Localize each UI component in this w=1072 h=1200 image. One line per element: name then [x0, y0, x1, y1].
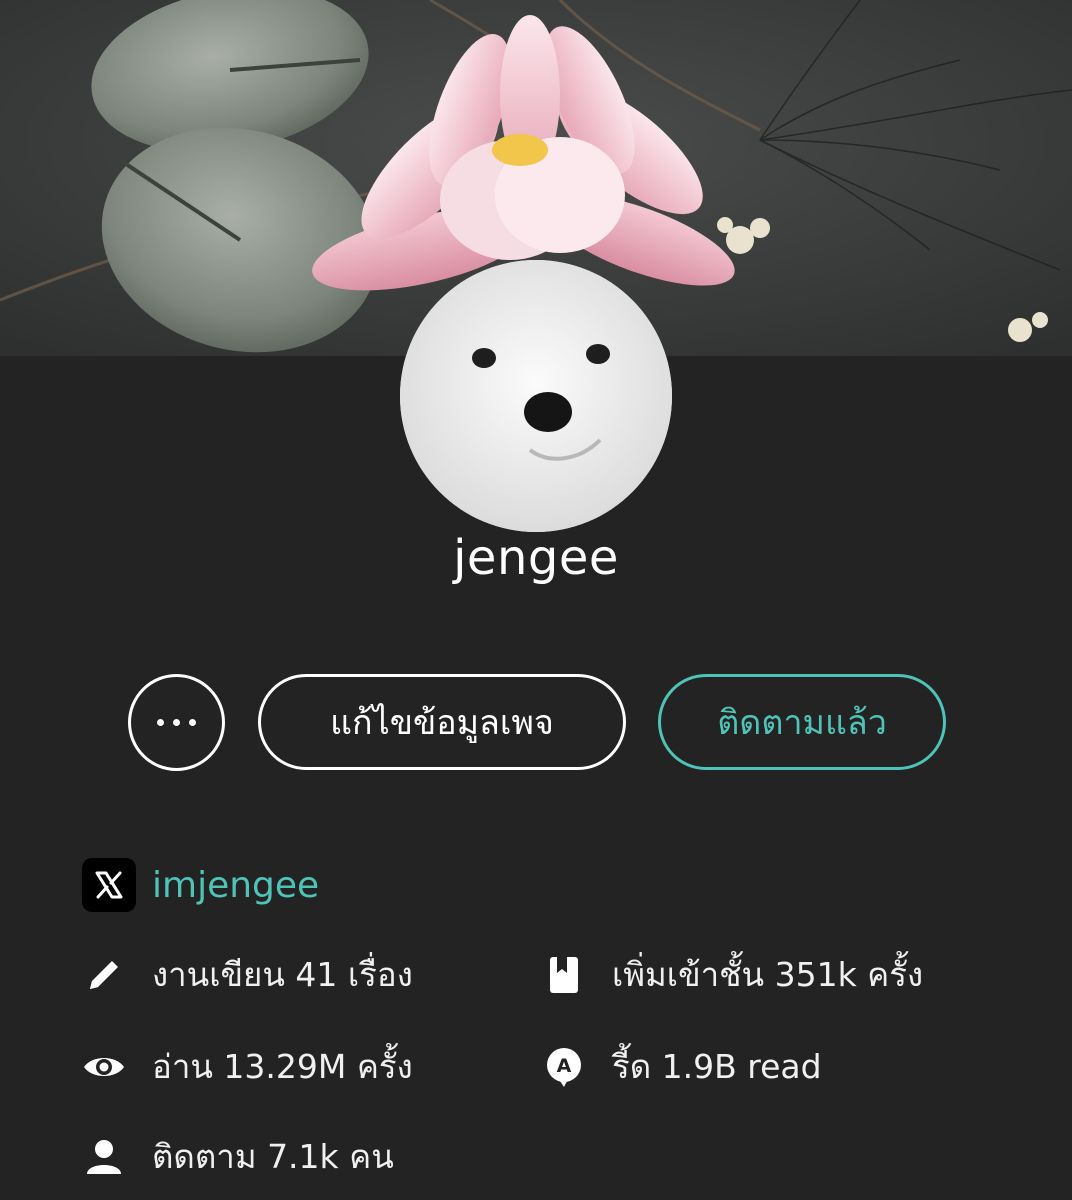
shelf-count-text: เพิ่มเข้าชั้น 351k ครั้ง — [612, 955, 924, 994]
bookmark-book-icon — [542, 953, 586, 997]
rid-count-text: รี้ด 1.9B read — [612, 1047, 822, 1086]
avatar[interactable] — [400, 260, 672, 532]
username: jengee — [453, 530, 619, 586]
stat-followers: ติดตาม 7.1k คน — [82, 1130, 394, 1183]
following-label: ติดตามแล้ว — [717, 703, 887, 743]
reads-count-text: อ่าน 13.29M ครั้ง — [152, 1047, 413, 1086]
pencil-icon — [82, 953, 126, 997]
works-count-text: งานเขียน 41 เรื่อง — [152, 955, 413, 994]
x-handle: imjengee — [152, 864, 320, 906]
more-button[interactable] — [128, 674, 225, 771]
stat-reads: อ่าน 13.29M ครั้ง — [82, 1040, 413, 1093]
stat-rid: A รี้ด 1.9B read — [542, 1040, 822, 1093]
person-icon — [82, 1135, 126, 1179]
x-logo-icon — [82, 858, 136, 912]
edit-page-label: แก้ไขข้อมูลเพจ — [330, 703, 554, 743]
stat-works: งานเขียน 41 เรื่อง — [82, 948, 413, 1001]
puppy-avatar-image — [400, 260, 672, 532]
svg-text:A: A — [557, 1055, 572, 1077]
more-horizontal-icon — [157, 719, 196, 726]
x-profile-link[interactable]: imjengee — [82, 858, 319, 912]
edit-page-button[interactable]: แก้ไขข้อมูลเพจ — [258, 674, 626, 770]
eye-icon — [82, 1045, 126, 1089]
read-badge-icon: A — [542, 1045, 586, 1089]
stat-shelf: เพิ่มเข้าชั้น 351k ครั้ง — [542, 948, 923, 1001]
followers-count-text: ติดตาม 7.1k คน — [152, 1137, 394, 1176]
following-button[interactable]: ติดตามแล้ว — [658, 674, 946, 770]
